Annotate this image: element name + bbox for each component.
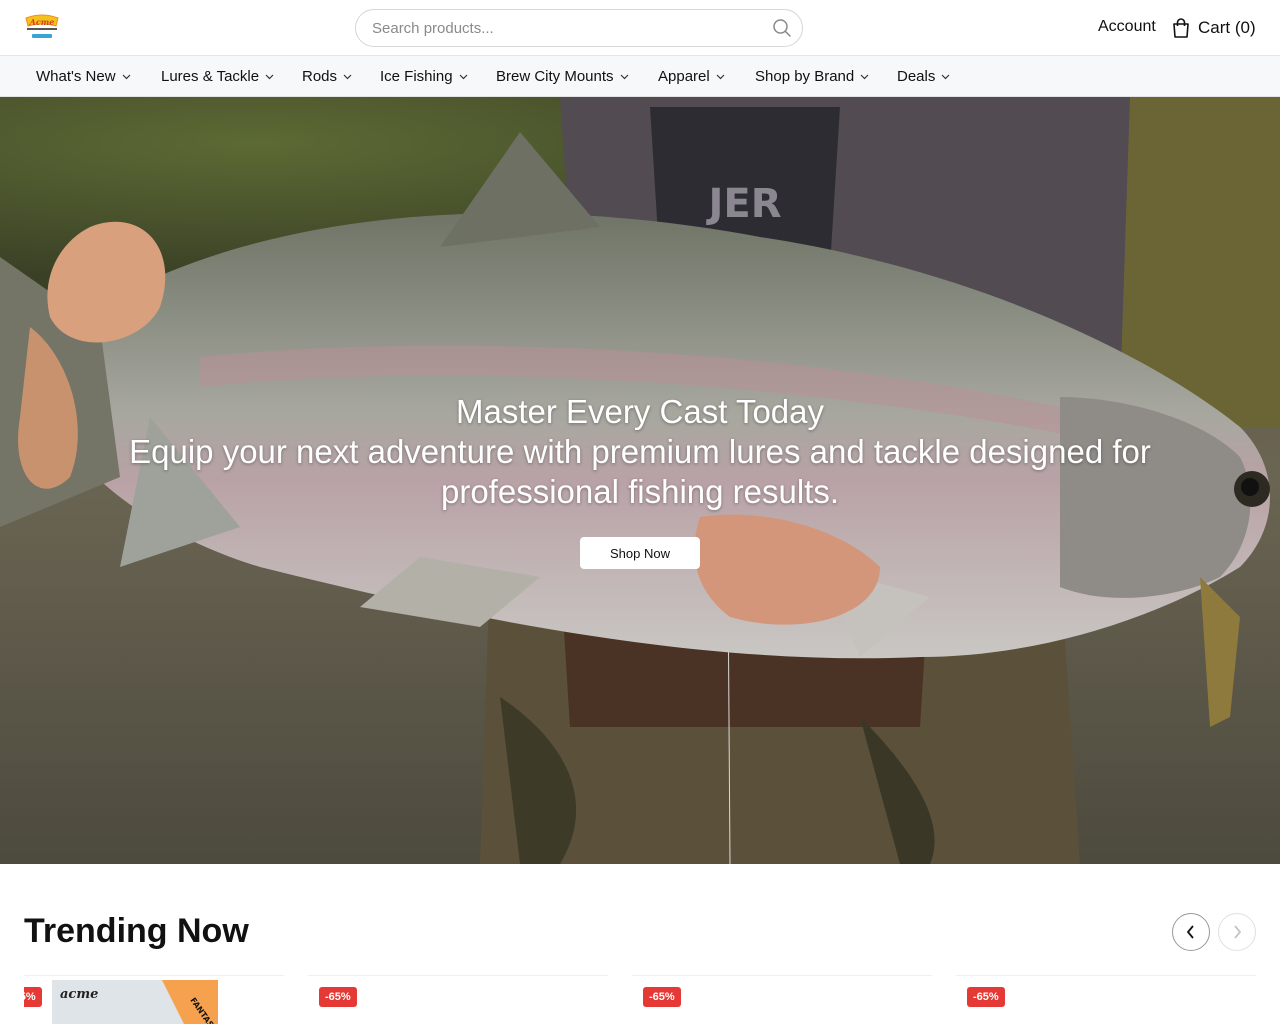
nav-item-lures-tackle[interactable]: Lures & Tackle — [161, 68, 274, 85]
section-title: Trending Now — [24, 912, 249, 950]
svg-text:Acme: Acme — [29, 17, 55, 27]
discount-badge: -65% — [24, 987, 42, 1007]
svg-text:JER: JER — [705, 181, 781, 227]
chevron-left-icon — [1186, 925, 1194, 939]
main-nav: What's New Lures & Tackle Rods Ice Fishi… — [0, 56, 1280, 97]
chevron-down-icon — [343, 74, 352, 79]
search-icon[interactable] — [772, 18, 792, 38]
product-card[interactable]: -65% — [956, 975, 1256, 1024]
nav-item-label: What's New — [36, 68, 116, 85]
shopping-bag-icon — [1172, 18, 1190, 38]
discount-badge: -65% — [319, 987, 357, 1007]
nav-item-label: Rods — [302, 68, 338, 85]
site-header: Acme Account Cart (0) — [0, 0, 1280, 56]
acme-logo[interactable]: Acme — [24, 12, 60, 44]
carousel-prev-button[interactable] — [1172, 913, 1210, 951]
chevron-right-icon — [1234, 925, 1242, 939]
chevron-down-icon — [941, 74, 950, 79]
nav-item-shop-by-brand[interactable]: Shop by Brand — [755, 68, 869, 85]
chevron-down-icon — [265, 74, 274, 79]
nav-item-brew-city-mounts[interactable]: Brew City Mounts — [496, 68, 629, 85]
chevron-down-icon — [860, 74, 869, 79]
carousel-next-button[interactable] — [1218, 913, 1256, 951]
discount-badge: -65% — [643, 987, 681, 1007]
account-link[interactable]: Account — [1098, 18, 1156, 36]
nav-item-apparel[interactable]: Apparel — [658, 68, 725, 85]
nav-item-ice-fishing[interactable]: Ice Fishing — [380, 68, 468, 85]
nav-item-label: Ice Fishing — [380, 68, 453, 85]
hero-subtitle: Equip your next adventure with premium l… — [129, 433, 1151, 510]
product-image: acme FANTASTIC — [52, 980, 224, 1024]
nav-item-whats-new[interactable]: What's New — [36, 68, 131, 85]
chevron-down-icon — [122, 74, 130, 79]
nav-item-deals[interactable]: Deals — [897, 68, 950, 85]
nav-item-label: Brew City Mounts — [496, 68, 614, 85]
product-card[interactable]: -65% — [308, 975, 608, 1024]
nav-item-rods[interactable]: Rods — [302, 68, 352, 85]
product-card[interactable]: -65% acme FANTASTIC — [24, 975, 284, 1024]
hero-banner: JER Master Every Cast Today Equip your n… — [0, 97, 1280, 864]
nav-item-label: Deals — [897, 68, 936, 85]
chevron-down-icon — [716, 74, 725, 79]
svg-text:acme: acme — [60, 987, 98, 1002]
hero-text: Master Every Cast Today Equip your next … — [0, 392, 1280, 512]
search-input[interactable] — [372, 10, 752, 46]
chevron-down-icon — [620, 74, 628, 79]
product-card[interactable]: -65% — [632, 975, 932, 1024]
chevron-down-icon — [459, 74, 467, 79]
nav-item-label: Apparel — [658, 68, 710, 85]
discount-badge: -65% — [967, 987, 1005, 1007]
search-bar — [355, 9, 803, 47]
hero-title: Master Every Cast Today — [455, 393, 825, 430]
cart-button[interactable]: Cart (0) — [1172, 16, 1256, 40]
nav-item-label: Shop by Brand — [755, 68, 855, 85]
shop-now-button[interactable]: Shop Now — [580, 537, 700, 569]
cart-label: Cart (0) — [1198, 18, 1256, 37]
nav-item-label: Lures & Tackle — [161, 68, 260, 85]
